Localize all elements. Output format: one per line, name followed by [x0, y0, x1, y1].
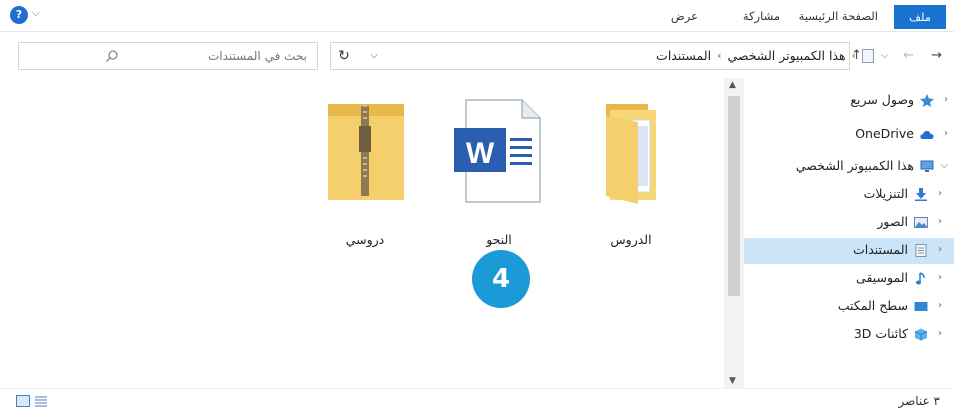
scroll-down-icon[interactable]: ▼: [729, 376, 736, 386]
ribbon: ? ⌵ عرض مشاركة الصفحة الرئيسية ملف: [0, 0, 954, 32]
expand-ribbon-icon[interactable]: ⌵: [32, 8, 40, 19]
recent-locations-icon[interactable]: ⌵: [881, 51, 888, 61]
tab-home[interactable]: الصفحة الرئيسية: [799, 0, 878, 32]
address-dropdown-icon[interactable]: ⌵: [362, 42, 386, 70]
tab-view[interactable]: عرض: [671, 0, 698, 32]
address-row: ↻ ⌵ › هذا الكمبيوتر الشخصي › المستندات ↑…: [0, 36, 954, 76]
3d-objects-icon: [914, 328, 928, 341]
chevron-left-icon[interactable]: ‹: [938, 328, 942, 339]
chevron-left-icon[interactable]: ‹: [938, 188, 942, 199]
breadcrumb-separator: ›: [717, 49, 722, 62]
refresh-icon[interactable]: ↻: [330, 42, 358, 70]
nav-item-label: التنزيلات: [863, 186, 908, 201]
folder-icon: [606, 104, 656, 204]
scrollbar[interactable]: ▲ ▼: [724, 78, 744, 388]
tab-share[interactable]: مشاركة: [743, 0, 780, 32]
search-box[interactable]: [18, 42, 318, 70]
nav-item-desktop[interactable]: ‹ سطح المكتب: [744, 294, 954, 320]
documents-icon: [915, 244, 927, 257]
nav-item-this-pc[interactable]: ⌵ هذا الكمبيوتر الشخصي: [744, 154, 954, 180]
file-name: دروسي: [345, 232, 385, 247]
breadcrumb-documents[interactable]: المستندات: [656, 48, 711, 63]
nav-item-pictures[interactable]: ‹ الصور: [744, 210, 954, 236]
music-icon: [916, 272, 925, 285]
documents-icon: [862, 48, 874, 63]
svg-text:W: W: [466, 137, 495, 170]
nav-item-documents[interactable]: ‹ المستندات: [744, 238, 954, 264]
word-document-icon: W: [454, 99, 541, 203]
nav-item-label: سطح المكتب: [837, 298, 908, 313]
nav-item-label: الموسيقى: [856, 270, 908, 285]
computer-icon: [920, 160, 934, 172]
step-number-badge: 4: [472, 250, 530, 308]
chevron-left-icon[interactable]: ‹: [944, 94, 948, 105]
pictures-icon: [914, 217, 928, 228]
file-item-folder[interactable]: الدروس: [576, 96, 686, 247]
navigation-pane: ‹ وصول سريع ‹ OneDrive ⌵ هذا الكمبيوتر ا…: [744, 78, 954, 388]
nav-item-label: المستندات: [852, 242, 908, 257]
item-count: ٣ عناصر: [898, 394, 940, 408]
nav-item-quick-access[interactable]: ‹ وصول سريع: [744, 88, 954, 114]
nav-item-music[interactable]: ‹ الموسيقى: [744, 266, 954, 292]
file-name: النحو: [486, 232, 512, 247]
file-item-word-document[interactable]: W النحو: [444, 96, 554, 247]
nav-item-label: كائنات 3D: [853, 326, 908, 341]
up-arrow-icon[interactable]: ↑: [851, 48, 862, 63]
status-bar: ٣ عناصر: [0, 388, 954, 413]
nav-item-label: الصور: [877, 214, 908, 229]
nav-item-downloads[interactable]: ‹ التنزيلات: [744, 182, 954, 208]
nav-item-label: هذا الكمبيوتر الشخصي: [795, 158, 914, 173]
chevron-left-icon[interactable]: ‹: [938, 272, 942, 283]
breadcrumb: › هذا الكمبيوتر الشخصي › المستندات: [656, 48, 874, 63]
back-arrow-icon[interactable]: ←: [903, 48, 914, 63]
chevron-left-icon[interactable]: ‹: [944, 128, 948, 139]
scroll-up-icon[interactable]: ▲: [729, 80, 736, 90]
file-list: الدروس W النحو دروسي 4: [0, 78, 724, 388]
star-icon: [920, 94, 934, 107]
file-name: الدروس: [610, 232, 652, 247]
nav-item-label: وصول سريع: [850, 92, 914, 107]
nav-item-label: OneDrive: [855, 126, 914, 141]
search-icon: [106, 50, 118, 62]
help-icon[interactable]: ?: [10, 6, 28, 24]
search-input[interactable]: [127, 43, 307, 69]
tab-file[interactable]: ملف: [894, 5, 946, 29]
breadcrumb-this-pc[interactable]: هذا الكمبيوتر الشخصي: [727, 48, 845, 63]
forward-arrow-icon[interactable]: →: [931, 48, 942, 63]
nav-item-3d-objects[interactable]: ‹ كائنات 3D: [744, 322, 954, 348]
download-icon: [915, 188, 927, 201]
zip-folder-icon: [328, 104, 404, 200]
nav-item-onedrive[interactable]: ‹ OneDrive: [744, 122, 954, 148]
details-view-icon[interactable]: [16, 395, 30, 407]
chevron-down-icon[interactable]: ⌵: [940, 160, 948, 171]
cloud-icon: [920, 131, 934, 139]
desktop-icon: [914, 302, 928, 311]
large-icons-view-icon[interactable]: [34, 395, 48, 407]
chevron-left-icon[interactable]: ‹: [938, 216, 942, 227]
file-item-zip-folder[interactable]: دروسي: [310, 96, 420, 247]
scrollbar-thumb[interactable]: [728, 96, 740, 296]
chevron-left-icon[interactable]: ‹: [938, 244, 942, 255]
chevron-left-icon[interactable]: ‹: [938, 300, 942, 311]
